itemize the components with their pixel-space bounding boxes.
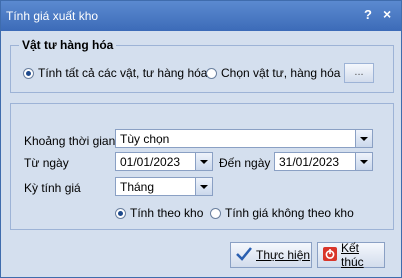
from-date-picker[interactable]: 01/01/2023	[115, 152, 213, 171]
cycle-combo[interactable]: Tháng	[115, 177, 213, 196]
period-combo[interactable]: Tùy chọn	[115, 129, 373, 148]
period-value: Tùy chọn	[120, 132, 170, 146]
exit-icon	[322, 246, 338, 265]
radio-by-warehouse-label: Tính theo kho	[130, 206, 204, 220]
cycle-value: Tháng	[120, 180, 155, 194]
close-button[interactable]: ×	[383, 6, 391, 22]
radio-by-warehouse-dot[interactable]	[115, 207, 126, 219]
to-date-label: Đến ngày	[219, 156, 271, 170]
to-date-dropdown-icon[interactable]	[355, 153, 372, 170]
from-date-value: 01/01/2023	[120, 155, 181, 169]
cycle-dropdown-icon[interactable]	[195, 178, 212, 195]
title-bar[interactable]: Tính giá xuất kho ? ×	[1, 1, 401, 31]
to-date-value: 31/01/2023	[279, 155, 340, 169]
radio-all-items-label: Tính tất cả các vật, tư hàng hóa	[38, 66, 208, 80]
to-date-picker[interactable]: 31/01/2023	[274, 152, 373, 171]
period-dropdown-icon[interactable]	[355, 130, 372, 147]
run-button-label: Thực hiện	[256, 248, 311, 262]
radio-by-warehouse[interactable]: Tính theo kho	[115, 206, 203, 220]
period-label: Khoảng thời gian	[24, 134, 116, 148]
radio-all-items-dot[interactable]	[23, 67, 34, 79]
browse-items-button[interactable]: ...	[344, 63, 374, 83]
finish-button-label: Kết thúc	[341, 241, 364, 269]
from-date-label: Từ ngày	[24, 156, 69, 170]
from-date-dropdown-icon[interactable]	[195, 153, 212, 170]
radio-select-items-dot[interactable]	[206, 67, 217, 79]
help-button[interactable]: ?	[364, 7, 372, 22]
group-vat-tu-title: Vật tư hàng hóa	[19, 38, 117, 52]
run-button[interactable]: Thực hiện	[230, 242, 312, 268]
radio-select-items[interactable]: Chọn vật tư, hàng hóa	[206, 66, 340, 80]
cycle-label: Kỳ tính giá	[24, 181, 81, 195]
dialog-window: Tính giá xuất kho ? × Vật tư hàng hóa Tí…	[0, 0, 402, 278]
radio-all-items[interactable]: Tính tất cả các vật, tư hàng hóa	[23, 66, 207, 80]
radio-not-by-warehouse[interactable]: Tính giá không theo kho	[210, 206, 354, 220]
checkmark-icon	[235, 246, 253, 265]
radio-select-items-label: Chọn vật tư, hàng hóa	[221, 66, 341, 80]
radio-not-by-warehouse-dot[interactable]	[210, 207, 221, 219]
window-title: Tính giá xuất kho	[6, 9, 99, 23]
finish-button[interactable]: Kết thúc	[317, 241, 385, 269]
radio-not-by-warehouse-label: Tính giá không theo kho	[225, 206, 354, 220]
